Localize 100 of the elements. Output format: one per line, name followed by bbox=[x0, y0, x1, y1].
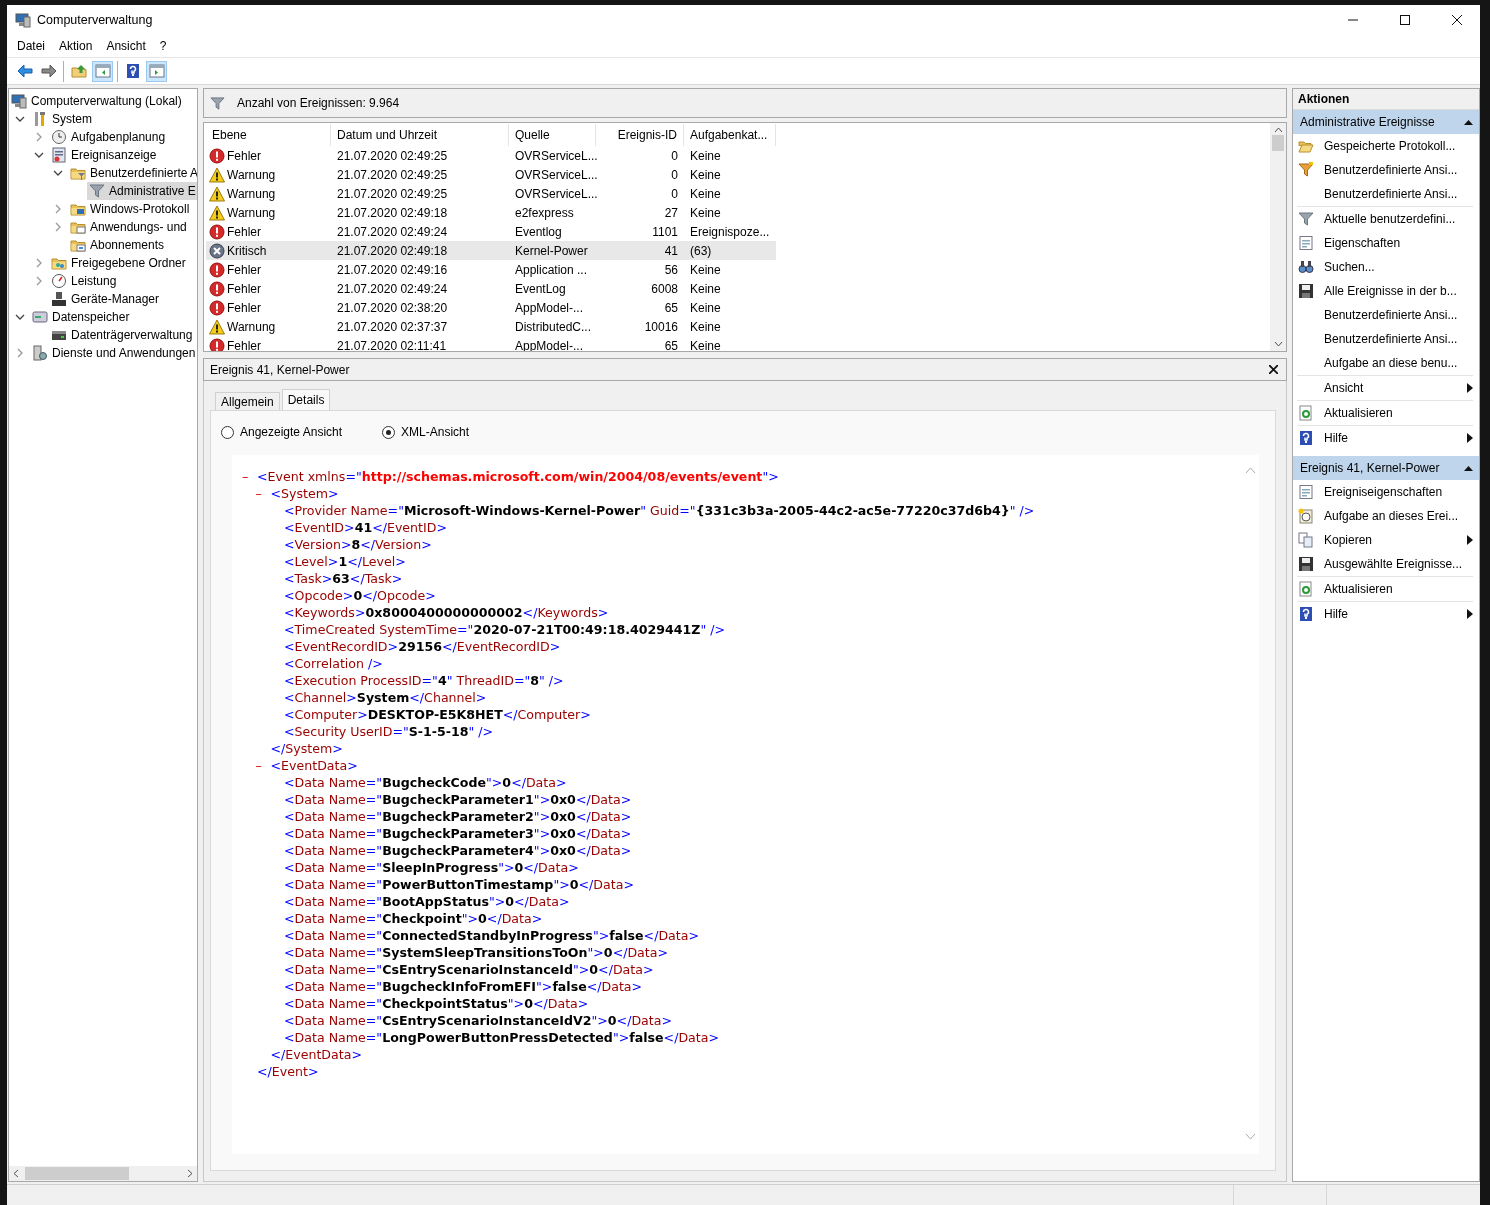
xml-line: <Correlation /> bbox=[284, 655, 383, 672]
scroll-thumb[interactable] bbox=[1272, 135, 1284, 151]
table-row[interactable]: Warnung 21.07.2020 02:49:18 e2fexpress 27 Keine bbox=[206, 203, 776, 222]
submenu-arrow-icon bbox=[1467, 433, 1473, 443]
tree-item[interactable]: System bbox=[30, 110, 94, 128]
collapse-toggle[interactable]: – bbox=[255, 485, 271, 502]
scroll-right-icon[interactable] bbox=[187, 1169, 194, 1178]
table-row[interactable]: Warnung 21.07.2020 02:37:37 DistributedC... 10016 Keine bbox=[206, 317, 776, 336]
table-cell: Kritisch bbox=[227, 243, 267, 258]
table-row[interactable]: Kritisch 21.07.2020 02:49:18 Kernel-Power 41 (63) bbox=[206, 241, 776, 260]
table-row[interactable]: Warnung 21.07.2020 02:49:25 OVRServiceL... 0 Keine bbox=[206, 165, 776, 184]
table-cell-text: OVRServiceL... bbox=[514, 186, 596, 201]
action-item[interactable]: Gespeicherte Protokoll... bbox=[1297, 134, 1473, 158]
table-cell-text: 21.07.2020 02:49:25 bbox=[336, 167, 449, 182]
radio-label[interactable]: XML-Ansicht bbox=[401, 425, 470, 439]
tree-item[interactable]: Datenspeicher bbox=[30, 308, 132, 326]
column-header[interactable]: Aufgabenkat... bbox=[684, 124, 776, 146]
menu-item[interactable]: Aktion bbox=[52, 36, 100, 56]
critical-icon bbox=[209, 242, 225, 259]
scroll-thumb[interactable] bbox=[25, 1167, 129, 1180]
close-icon[interactable] bbox=[1269, 365, 1278, 374]
action-item[interactable]: Eigenschaften bbox=[1297, 231, 1473, 255]
table-cell-text: 21.07.2020 02:49:18 bbox=[336, 205, 449, 220]
tree-item[interactable]: Dienste und Anwendungen bbox=[30, 344, 197, 362]
section-header[interactable]: Ereignis 41, Kernel-Power bbox=[1293, 456, 1479, 480]
table-row[interactable]: Fehler 21.07.2020 02:49:24 EventLog 6008 Keine bbox=[206, 279, 776, 298]
services-icon bbox=[32, 345, 48, 361]
submenu-arrow-icon bbox=[1467, 383, 1473, 393]
tree-item[interactable]: Geräte-Manager bbox=[49, 290, 162, 308]
tab[interactable]: Allgemein bbox=[215, 392, 280, 410]
action-item[interactable]: Benutzerdefinierte Ansi... bbox=[1297, 303, 1473, 327]
table-row[interactable]: Warnung 21.07.2020 02:49:25 OVRServiceL... 0 Keine bbox=[206, 184, 776, 203]
tree-item[interactable]: Aufgabenplanung bbox=[49, 128, 168, 146]
action-item[interactable]: Ereigniseigenschaften bbox=[1297, 480, 1473, 504]
maximize-icon[interactable] bbox=[1400, 15, 1410, 25]
table-cell-text: 1101 bbox=[651, 224, 679, 239]
table-cell-text: 21.07.2020 02:49:25 bbox=[336, 148, 449, 163]
task-icon bbox=[1298, 508, 1314, 524]
action-item[interactable]: Aktualisieren bbox=[1297, 577, 1473, 601]
table-cell-text: 0 bbox=[670, 186, 679, 201]
action-item[interactable]: Hilfe bbox=[1297, 602, 1473, 626]
close-icon[interactable] bbox=[1452, 15, 1462, 25]
filter-icon bbox=[1298, 211, 1314, 227]
tree-item[interactable]: Abonnements bbox=[68, 236, 167, 254]
column-header[interactable]: Quelle bbox=[509, 124, 596, 146]
action-item[interactable]: Aktuelle benutzerdefini... bbox=[1297, 207, 1473, 231]
column-header[interactable]: Ereignis-ID bbox=[596, 124, 684, 146]
action-item[interactable]: Kopieren bbox=[1297, 528, 1473, 552]
action-item[interactable]: Ausgewählte Ereignisse... bbox=[1297, 552, 1473, 576]
tree-item[interactable]: Administrative E bbox=[87, 182, 197, 200]
column-header[interactable]: Ebene bbox=[206, 124, 331, 146]
table-row[interactable]: Fehler 21.07.2020 02:49:16 Application ... 56 Keine bbox=[206, 260, 776, 279]
action-item[interactable]: Ansicht bbox=[1297, 376, 1473, 400]
xml-line: <Data Name="BugcheckCode">0</Data> bbox=[284, 774, 567, 791]
radio-button[interactable] bbox=[221, 425, 234, 439]
tab[interactable]: Details bbox=[281, 389, 331, 410]
section-header[interactable]: Administrative Ereignisse bbox=[1293, 110, 1479, 134]
scroll-up-icon[interactable] bbox=[1273, 126, 1283, 133]
radio-label[interactable]: Angezeigte Ansicht bbox=[240, 425, 343, 439]
collapse-toggle[interactable]: – bbox=[242, 468, 257, 485]
tree-item[interactable]: Leistung bbox=[49, 272, 119, 290]
folder-icon bbox=[70, 165, 86, 181]
tree-item[interactable]: Freigegebene Ordner bbox=[49, 254, 188, 272]
action-item[interactable]: Hilfe bbox=[1297, 426, 1473, 450]
action-item[interactable]: Aufgabe an diese benu... bbox=[1297, 351, 1473, 375]
table-cell-text: Keine bbox=[689, 186, 722, 201]
action-item[interactable]: Alle Ereignisse in der b... bbox=[1297, 279, 1473, 303]
collapse-toggle[interactable]: – bbox=[255, 757, 271, 774]
menu-item[interactable]: Datei bbox=[10, 36, 52, 56]
menu-item[interactable]: Ansicht bbox=[99, 36, 153, 56]
warning-icon bbox=[209, 318, 225, 335]
storage-icon bbox=[32, 309, 48, 325]
tree-item[interactable]: Datenträgerverwaltung bbox=[49, 326, 195, 344]
column-header[interactable]: Datum und Uhrzeit bbox=[331, 124, 509, 146]
back-arrow-icon bbox=[16, 63, 33, 79]
copy-icon bbox=[1298, 532, 1314, 548]
table-row[interactable]: Fehler 21.07.2020 02:49:25 OVRServiceL... 0 Keine bbox=[206, 146, 776, 165]
action-item[interactable]: Benutzerdefinierte Ansi... bbox=[1297, 327, 1473, 351]
table-row[interactable]: Fehler 21.07.2020 02:49:24 Eventlog 1101 Ereignispoze... bbox=[206, 222, 776, 241]
scroll-left-icon[interactable] bbox=[12, 1169, 19, 1178]
table-row[interactable]: Fehler 21.07.2020 02:38:20 AppModel-... 65 Keine bbox=[206, 298, 776, 317]
tree-item[interactable]: Computerverwaltung (Lokal) bbox=[9, 92, 184, 110]
action-item[interactable]: Benutzerdefinierte Ansi... bbox=[1297, 182, 1473, 206]
xml-line: <Data Name="BugcheckParameter3">0x0</Data> bbox=[284, 825, 632, 842]
table-cell-text: OVRServiceL... bbox=[514, 148, 596, 163]
scroll-up-icon[interactable] bbox=[1244, 467, 1256, 474]
up-folder-icon bbox=[70, 63, 87, 79]
scroll-down-icon[interactable] bbox=[1244, 1133, 1256, 1140]
scroll-down-icon[interactable] bbox=[1273, 341, 1283, 348]
action-item[interactable]: Aufgabe an dieses Erei... bbox=[1297, 504, 1473, 528]
menu-item[interactable]: ? bbox=[152, 36, 174, 56]
radio-button[interactable] bbox=[382, 425, 396, 439]
action-item[interactable]: Aktualisieren bbox=[1297, 401, 1473, 425]
tree-item[interactable]: Ereignisanzeige bbox=[49, 146, 159, 164]
table-cell-text: 6008 bbox=[650, 281, 679, 296]
action-item[interactable]: Benutzerdefinierte Ansi... bbox=[1297, 158, 1473, 182]
tree-item[interactable]: Windows-Protokoll bbox=[68, 200, 192, 218]
action-item[interactable]: Suchen... bbox=[1297, 255, 1473, 279]
window-title: Computerverwaltung bbox=[37, 13, 154, 27]
tree-item[interactable]: Anwendungs- und bbox=[68, 218, 189, 236]
